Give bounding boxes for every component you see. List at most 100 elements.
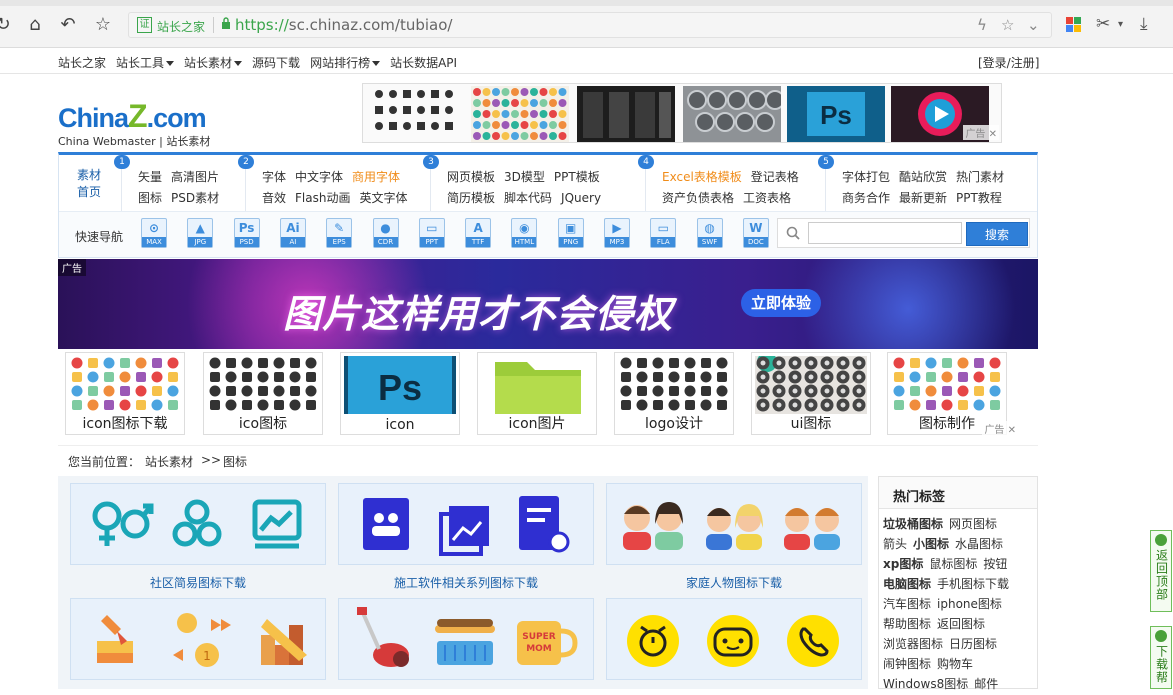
- hot-tag-link[interactable]: 闹钟图标: [883, 657, 931, 671]
- topbar-link[interactable]: 站长数据API: [390, 56, 457, 70]
- hot-tag-link[interactable]: 电脑图标: [883, 577, 931, 591]
- card-construction-software-label[interactable]: 施工软件相关系列图标下载: [338, 574, 594, 591]
- address-bar[interactable]: 证 站长之家 https://sc.chinaz.com/tubiao/ ϟ ☆…: [128, 12, 1052, 38]
- nav-link[interactable]: 3D模型: [504, 170, 545, 184]
- thumb-card[interactable]: ico图标: [203, 352, 323, 435]
- filetype-max-icon[interactable]: ⊙ MAX: [141, 218, 167, 248]
- nav-link[interactable]: 简历模板: [447, 191, 495, 205]
- hot-tag-link[interactable]: 小图标: [913, 537, 949, 551]
- refresh-icon[interactable]: ↻: [0, 14, 14, 36]
- filetype-swf-icon[interactable]: ◍ SWF: [696, 218, 723, 248]
- hot-tag-link[interactable]: 手机图标下载: [937, 577, 1009, 591]
- filetype-fla-icon[interactable]: ▭ FLA: [650, 218, 677, 248]
- topbar-link[interactable]: 站长工具: [116, 56, 175, 70]
- nav-link[interactable]: 工资表格: [743, 191, 791, 205]
- nav-link[interactable]: 最新更新: [899, 191, 947, 205]
- material-home-link[interactable]: 素材 首页: [69, 167, 109, 201]
- lightning-icon[interactable]: ϟ: [977, 16, 987, 34]
- nav-link[interactable]: 网页模板: [447, 170, 495, 184]
- thumb-ad-label[interactable]: 广告 ✕: [982, 421, 1018, 436]
- filetype-ppt-icon[interactable]: ▭ PPT: [418, 218, 445, 248]
- card-household-icons[interactable]: SUPER MOM: [338, 598, 594, 680]
- hot-tag-link[interactable]: 鼠标图标: [929, 557, 977, 571]
- download-help-button[interactable]: 下载帮: [1150, 626, 1172, 689]
- nav-link[interactable]: 中文字体: [295, 170, 343, 184]
- thumb-card[interactable]: logo设计: [614, 352, 734, 435]
- download-icon[interactable]: ⤓: [1140, 14, 1148, 34]
- thumb-card[interactable]: icon图片: [477, 352, 597, 435]
- chevron-down-icon[interactable]: ⌄: [1027, 16, 1040, 34]
- hot-tag-link[interactable]: 浏览器图标: [883, 637, 943, 651]
- thumb-card[interactable]: ui图标: [751, 352, 871, 435]
- filetype-ai-icon[interactable]: Ai AI: [279, 218, 306, 248]
- nav-link[interactable]: 酷站欣赏: [899, 170, 947, 184]
- hot-tag-link[interactable]: 日历图标: [949, 637, 997, 651]
- nav-link[interactable]: 图标: [138, 191, 162, 205]
- nav-link[interactable]: JQuery: [561, 191, 601, 205]
- apps-grid-icon[interactable]: [1066, 17, 1082, 33]
- scissors-menu-caret-icon[interactable]: ▾: [1118, 19, 1123, 30]
- breadcrumb-level2[interactable]: 图标: [223, 453, 247, 470]
- promo-banner[interactable]: 广告 图片这样用才不会侵权 立即体验: [58, 259, 1038, 349]
- banner-cta-button[interactable]: 立即体验: [741, 289, 821, 317]
- thumb-card[interactable]: 图标制作 广告 ✕: [887, 352, 1018, 436]
- hot-tag-link[interactable]: 网页图标: [949, 517, 997, 531]
- search-input[interactable]: [808, 222, 962, 244]
- topbar-link[interactable]: 站长素材: [184, 56, 243, 70]
- back-to-top-button[interactable]: 返回顶部: [1150, 530, 1172, 612]
- filetype-psd-icon[interactable]: Ps PSD: [233, 218, 260, 248]
- filetype-eps-icon[interactable]: ✎ EPS: [326, 218, 353, 248]
- nav-link[interactable]: 字体打包: [842, 170, 890, 184]
- filetype-ttf-icon[interactable]: A TTF: [465, 218, 492, 248]
- url-text[interactable]: https://sc.chinaz.com/tubiao/: [235, 16, 452, 34]
- hot-tag-link[interactable]: 箭头: [883, 537, 907, 551]
- nav-link[interactable]: 登记表格: [751, 170, 799, 184]
- topbar-link[interactable]: 网站排行榜: [310, 56, 381, 70]
- nav-link[interactable]: 商用字体: [352, 170, 400, 184]
- filetype-png-icon[interactable]: ▣ PNG: [557, 218, 584, 248]
- filetype-cdr-icon[interactable]: ● CDR: [372, 218, 399, 248]
- nav-link[interactable]: 高清图片: [171, 170, 219, 184]
- hot-tag-link[interactable]: 垃圾桶图标: [883, 517, 943, 531]
- card-construction-software-icons[interactable]: [338, 483, 594, 565]
- filetype-mp3-icon[interactable]: ▶ MP3: [604, 218, 630, 248]
- card-design-tools-icons[interactable]: 1: [70, 598, 326, 680]
- topbar-link[interactable]: 站长之家: [58, 56, 106, 70]
- hot-tag-link[interactable]: 汽车图标: [883, 597, 931, 611]
- nav-link[interactable]: 资产负债表格: [662, 191, 734, 205]
- header-ad-strip[interactable]: Ps 广告 ✕: [362, 83, 1002, 143]
- card-family-people-icons[interactable]: [606, 483, 862, 565]
- card-family-people-label[interactable]: 家庭人物图标下载: [606, 574, 862, 591]
- chinaz-logo[interactable]: ChinaZ.com China Webmaster | 站长素材: [58, 98, 210, 149]
- card-community-icons-label[interactable]: 社区简易图标下载: [70, 574, 326, 591]
- filetype-jpg-icon[interactable]: ▲ JPG: [187, 218, 214, 248]
- filetype-doc-icon[interactable]: W DOC: [742, 218, 769, 248]
- card-yellow-round-icons[interactable]: [606, 598, 862, 680]
- home-icon[interactable]: ⌂: [24, 14, 46, 36]
- nav-link[interactable]: 脚本代码: [504, 191, 552, 205]
- thumb-card[interactable]: Ps icon: [340, 352, 460, 435]
- hot-tag-link[interactable]: iphone图标: [937, 597, 1002, 611]
- filetype-html-icon[interactable]: ◉ HTML: [511, 218, 538, 248]
- bookmark-star-icon[interactable]: ☆: [92, 14, 114, 36]
- breadcrumb-level1[interactable]: 站长素材: [145, 453, 193, 470]
- search-button[interactable]: 搜索: [966, 222, 1028, 246]
- nav-link[interactable]: PPT教程: [956, 191, 1002, 205]
- undo-icon[interactable]: ↶: [57, 14, 79, 36]
- hot-tag-link[interactable]: 购物车: [937, 657, 973, 671]
- nav-link[interactable]: Excel表格模板: [662, 170, 742, 184]
- nav-link[interactable]: 热门素材: [956, 170, 1004, 184]
- nav-link[interactable]: Flash动画: [295, 191, 350, 205]
- thumb-card[interactable]: icon图标下载: [65, 352, 185, 435]
- nav-link[interactable]: 英文字体: [359, 191, 407, 205]
- nav-link[interactable]: 字体: [262, 170, 286, 184]
- nav-link[interactable]: 矢量: [138, 170, 162, 184]
- scissors-icon[interactable]: ✂: [1096, 14, 1110, 34]
- hot-tag-link[interactable]: 水晶图标: [955, 537, 1003, 551]
- topbar-link[interactable]: 源码下载: [252, 56, 300, 70]
- login-register-link[interactable]: [登录/注册]: [978, 54, 1039, 71]
- favorite-star-icon[interactable]: ☆: [1001, 16, 1014, 34]
- nav-link[interactable]: PSD素材: [171, 191, 219, 205]
- hot-tag-link[interactable]: 按钮: [983, 557, 1007, 571]
- hot-tag-link[interactable]: 返回图标: [937, 617, 985, 631]
